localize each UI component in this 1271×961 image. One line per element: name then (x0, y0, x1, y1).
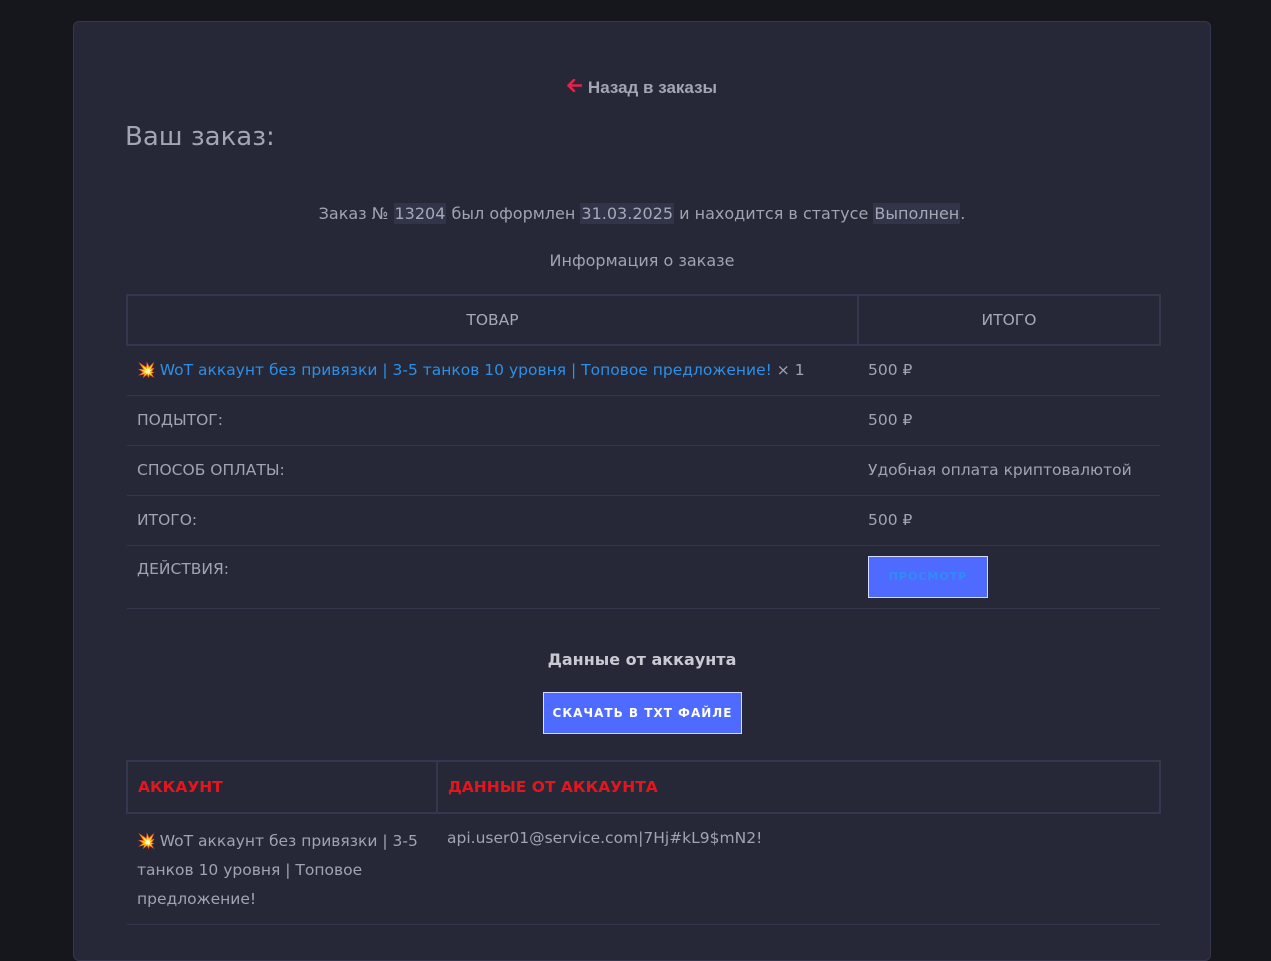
item-price: 500 ₽ (858, 345, 1160, 396)
account-data-heading: Данные от аккаунта (547, 650, 737, 669)
order-card: Назад в заказы Ваш заказ: Заказ № 13204 … (73, 21, 1211, 961)
subtotal-row: ПОДЫТОГ: 500 ₽ (127, 395, 1160, 446)
payment-method-label: СПОСОБ ОПЛАТЫ: (127, 445, 858, 496)
summary-suffix: . (960, 204, 966, 223)
payment-method-row: СПОСОБ ОПЛАТЫ: Удобная оплата криптовалю… (127, 445, 1160, 496)
summary-placed-text: был оформлен (451, 204, 576, 223)
total-label: ИТОГО: (127, 495, 858, 546)
summary-prefix: Заказ № (318, 204, 389, 223)
order-info-heading: Информация о заказе (549, 251, 735, 270)
header-product: Товар (126, 294, 859, 346)
order-table-header: Товар Итого (126, 294, 1161, 346)
back-link-label: Назад в заказы (587, 78, 718, 97)
order-number: 13204 (393, 203, 447, 224)
product-link[interactable]: WoT аккаунт без привязки | 3-5 танков 10… (160, 361, 772, 379)
order-status: Выполнен (873, 203, 961, 224)
header-total: Итого (857, 294, 1161, 346)
order-details-table: Товар Итого 💥 WoT аккаунт без привязки | … (126, 294, 1161, 609)
summary-status-text: и находится в статусе (679, 204, 869, 223)
download-txt-button[interactable]: Скачать в TXT файле (543, 692, 742, 734)
subtotal-value: 500 ₽ (858, 395, 1160, 446)
order-item-row: 💥 WoT аккаунт без привязки | 3-5 танков 1… (127, 345, 1160, 396)
account-name: WoT аккаунт без привязки | 3-5 танков 10… (137, 832, 418, 908)
account-row: 💥 WoT аккаунт без привязки | 3-5 танков 1… (127, 813, 1160, 925)
account-table-header: Аккаунт Данные от аккаунта (126, 760, 1161, 814)
total-value: 500 ₽ (858, 495, 1160, 546)
header-account: Аккаунт (126, 760, 438, 814)
explosion-icon: 💥 (137, 832, 156, 850)
account-name-cell: 💥 WoT аккаунт без привязки | 3-5 танков 1… (127, 813, 437, 925)
explosion-icon: 💥 (137, 361, 156, 380)
order-date: 31.03.2025 (580, 203, 675, 224)
actions-label: ДЕЙСТВИЯ: (127, 545, 858, 609)
total-row: ИТОГО: 500 ₽ (127, 495, 1160, 546)
arrow-left-icon (567, 77, 583, 97)
actions-cell: Просмотр (858, 545, 1160, 609)
header-account-data: Данные от аккаунта (436, 760, 1161, 814)
payment-method-value: Удобная оплата криптовалютой (858, 445, 1160, 496)
view-button[interactable]: Просмотр (868, 555, 988, 598)
account-credentials: api.user01@service.com|7Hj#kL9$mN2! (437, 813, 1160, 925)
order-summary: Заказ № 13204 был оформлен 31.03.2025 и … (74, 203, 1210, 224)
back-to-orders-link[interactable]: Назад в заказы (74, 78, 1210, 99)
subtotal-label: ПОДЫТОГ: (127, 395, 858, 446)
order-item-cell: 💥 WoT аккаунт без привязки | 3-5 танков 1… (127, 345, 858, 396)
item-quantity: × 1 (776, 361, 805, 380)
account-data-table: Аккаунт Данные от аккаунта 💥 WoT аккаунт … (126, 760, 1161, 925)
page-title: Ваш заказ: (125, 122, 275, 152)
actions-row: ДЕЙСТВИЯ: Просмотр (127, 545, 1160, 609)
